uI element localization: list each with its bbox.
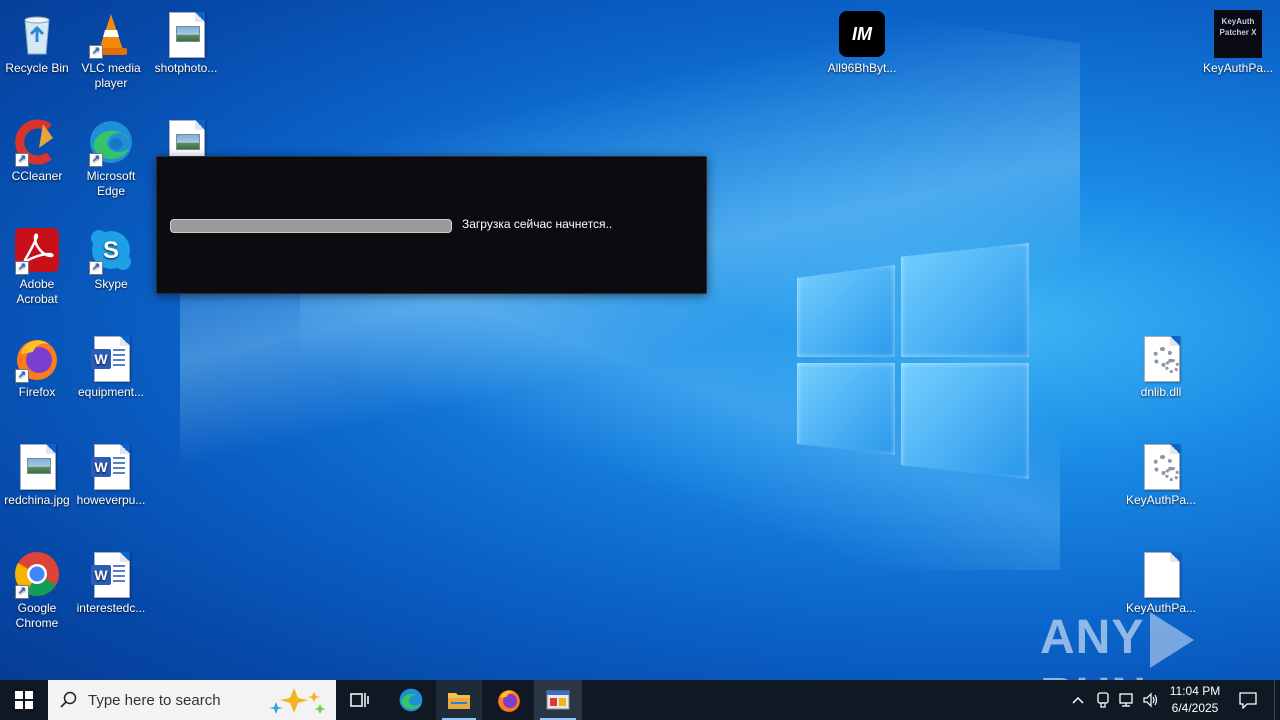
sparkle-icon bbox=[269, 688, 326, 714]
desktop-icon-all96bhbyt[interactable]: IM All96BhByt... bbox=[825, 6, 899, 76]
icon-label: dnlib.dll bbox=[1140, 385, 1182, 399]
search-placeholder: Type here to search bbox=[88, 692, 221, 709]
image-file-icon bbox=[162, 10, 210, 58]
shortcut-arrow-icon: ↗ bbox=[15, 585, 29, 599]
shortcut-arrow-icon: ↗ bbox=[89, 45, 103, 59]
ccleaner-icon: ↗ bbox=[13, 118, 61, 167]
desktop-icon-adobe-acrobat[interactable]: ↗ Adobe Acrobat bbox=[0, 222, 74, 307]
download-status-text: Загрузка сейчас начнется.. bbox=[462, 217, 613, 231]
word-document-icon: W bbox=[87, 442, 135, 490]
adobe-acrobat-icon: ↗ bbox=[13, 226, 61, 275]
chevron-up-icon bbox=[1072, 696, 1084, 704]
icon-label: Adobe Acrobat bbox=[16, 277, 58, 306]
icon-label: VLC media player bbox=[81, 61, 141, 90]
icon-label: shotphoto... bbox=[154, 61, 218, 75]
clock[interactable]: 11:04 PM 6/4/2025 bbox=[1158, 683, 1232, 717]
desktop-icon-skype[interactable]: S ↗ Skype bbox=[74, 222, 148, 292]
tray-device-icon-button[interactable] bbox=[1092, 680, 1114, 720]
desktop-icon-microsoft-edge[interactable]: ↗ Microsoft Edge bbox=[74, 114, 148, 199]
desktop-icon-interestedc-doc[interactable]: W interestedc... bbox=[74, 546, 148, 616]
desktop-icon-vlc[interactable]: ↗ VLC media player bbox=[74, 6, 148, 91]
taskbar-search-box[interactable]: Type here to search bbox=[48, 680, 336, 720]
show-desktop-button[interactable] bbox=[1274, 680, 1280, 720]
icon-label: interestedc... bbox=[76, 601, 146, 615]
icon-label: KeyAuthPa... bbox=[1202, 61, 1274, 75]
desktop-icon-keyauthpa-dll[interactable]: KeyAuthPa... bbox=[1124, 438, 1198, 508]
shortcut-arrow-icon: ↗ bbox=[89, 153, 103, 167]
taskbar-running-app-button[interactable] bbox=[534, 680, 582, 720]
desktop-icon-equipment-doc[interactable]: W equipment... bbox=[74, 330, 148, 400]
notification-icon bbox=[1239, 692, 1257, 709]
watermark-left: ANY bbox=[1040, 611, 1145, 664]
edge-icon: ↗ bbox=[87, 118, 135, 167]
device-icon bbox=[1097, 692, 1109, 708]
icon-label: Firefox bbox=[18, 385, 56, 399]
task-view-icon bbox=[350, 693, 369, 707]
svg-text:S: S bbox=[103, 237, 119, 264]
clock-time: 11:04 PM bbox=[1169, 684, 1221, 698]
blank-file-icon bbox=[1137, 550, 1185, 598]
desktop-icon-howeverpu-doc[interactable]: W howeverpu... bbox=[74, 438, 148, 508]
keyauth-patcher-logo: KeyAuth Patcher X bbox=[1214, 10, 1262, 58]
app-logo-icon: IM bbox=[838, 10, 886, 58]
firefox-icon bbox=[498, 690, 520, 712]
wallpaper-windows-logo bbox=[797, 243, 1029, 479]
desktop-icon-dnlib-dll[interactable]: dnlib.dll bbox=[1124, 330, 1198, 400]
shortcut-arrow-icon: ↗ bbox=[15, 153, 29, 167]
desktop-icon-keyauthpa-file[interactable]: KeyAuthPa... bbox=[1124, 546, 1198, 616]
app-window-icon bbox=[546, 690, 570, 710]
clock-date: 6/4/2025 bbox=[1171, 701, 1219, 715]
image-file-icon bbox=[13, 442, 61, 490]
shortcut-arrow-icon: ↗ bbox=[15, 369, 29, 383]
search-icon bbox=[60, 691, 77, 708]
icon-label: Recycle Bin bbox=[5, 61, 69, 75]
watermark-right: RUN bbox=[1040, 669, 1147, 680]
action-center-button[interactable] bbox=[1234, 680, 1262, 720]
show-hidden-icons-button[interactable] bbox=[1066, 680, 1090, 720]
icon-label: Google Chrome bbox=[15, 601, 59, 630]
word-document-icon: W bbox=[87, 550, 135, 598]
icon-label: howeverpu... bbox=[76, 493, 146, 507]
skype-icon: S ↗ bbox=[87, 226, 135, 275]
shortcut-arrow-icon: ↗ bbox=[89, 261, 103, 275]
edge-icon bbox=[399, 688, 423, 712]
desktop-icon-redchina-jpg[interactable]: redchina.jpg bbox=[0, 438, 74, 508]
dll-file-icon bbox=[1137, 442, 1185, 490]
chrome-icon: ↗ bbox=[13, 550, 61, 599]
recycle-bin-icon bbox=[13, 10, 61, 58]
desktop: Recycle Bin ↗ CCleaner ↗ Adobe Acrobat ↗… bbox=[0, 0, 1280, 680]
start-button[interactable] bbox=[0, 680, 48, 720]
folder-icon bbox=[448, 693, 470, 709]
desktop-icon-firefox[interactable]: ↗ Firefox bbox=[0, 330, 74, 400]
task-view-button[interactable] bbox=[338, 680, 382, 720]
word-document-icon: W bbox=[87, 334, 135, 382]
vlc-cone-icon: ↗ bbox=[87, 10, 135, 59]
taskbar-file-explorer-button[interactable] bbox=[436, 680, 482, 720]
desktop-icon-google-chrome[interactable]: ↗ Google Chrome bbox=[0, 546, 74, 631]
shortcut-arrow-icon: ↗ bbox=[15, 261, 29, 275]
icon-label: CCleaner bbox=[11, 169, 63, 183]
taskbar-firefox-button[interactable] bbox=[486, 680, 532, 720]
desktop-icon-keyauth-patcher[interactable]: KeyAuth Patcher X KeyAuthPa... bbox=[1200, 6, 1276, 76]
icon-label: Skype bbox=[94, 277, 128, 291]
taskbar-edge-button[interactable] bbox=[388, 680, 434, 720]
icon-label: Microsoft Edge bbox=[86, 169, 136, 198]
network-status-button[interactable] bbox=[1116, 680, 1138, 720]
desktop-icon-recycle-bin[interactable]: Recycle Bin bbox=[0, 6, 74, 76]
play-icon bbox=[1150, 612, 1195, 669]
icon-label: All96BhByt... bbox=[827, 61, 897, 75]
icon-label: redchina.jpg bbox=[4, 493, 70, 507]
desktop-icon-ccleaner[interactable]: ↗ CCleaner bbox=[0, 114, 74, 184]
icon-label: KeyAuthPa... bbox=[1125, 493, 1197, 507]
taskbar: Type here to search 11:04 PM 6/4/2025 bbox=[0, 680, 1280, 720]
download-dialog: Загрузка сейчас начнется.. bbox=[156, 156, 707, 294]
network-icon bbox=[1119, 693, 1133, 707]
desktop-icon-shotphoto[interactable]: shotphoto... bbox=[149, 6, 223, 76]
anyrun-watermark: ANY RUN bbox=[1040, 610, 1280, 680]
firefox-icon: ↗ bbox=[13, 334, 61, 383]
icon-label: equipment... bbox=[77, 385, 145, 399]
dll-file-icon bbox=[1137, 334, 1185, 382]
windows-start-icon bbox=[15, 691, 33, 709]
download-progress-bar bbox=[170, 219, 452, 233]
